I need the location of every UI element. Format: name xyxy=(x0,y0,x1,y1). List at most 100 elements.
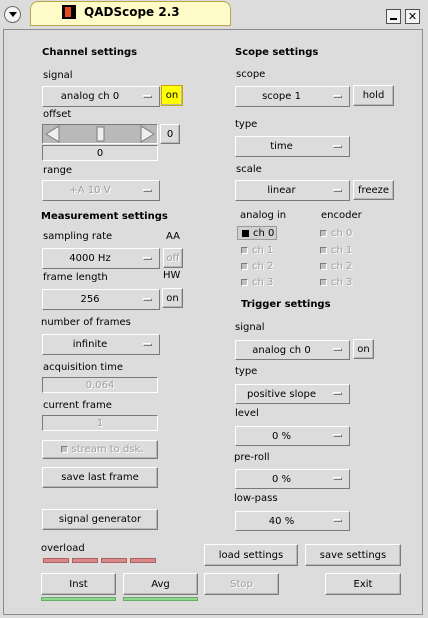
stream-to-disk-label: stream to dsk. xyxy=(71,444,144,455)
trigger-signal-dropdown[interactable]: analog ch 0 xyxy=(235,340,350,360)
app-icon xyxy=(62,5,76,19)
trigger-on-button[interactable]: on xyxy=(353,339,374,359)
checkbox-icon xyxy=(320,262,327,270)
offset-slider[interactable] xyxy=(42,124,158,144)
checkbox-icon xyxy=(241,262,248,270)
analog-ch0-label: ch 0 xyxy=(253,227,275,239)
trigger-type-value: positive slope xyxy=(246,388,316,400)
scope-type-dropdown[interactable]: time xyxy=(235,136,350,157)
lowpass-dropdown[interactable]: 40 % xyxy=(235,511,350,531)
dropdown-indicator-icon xyxy=(143,342,152,346)
encoder-ch1-label: ch 1 xyxy=(331,244,353,256)
overload-led-4 xyxy=(130,558,156,563)
dropdown-indicator-icon xyxy=(143,94,152,98)
overload-label: overload xyxy=(41,543,85,554)
scope-dropdown[interactable]: scope 1 xyxy=(235,86,350,107)
range-dropdown: +A 10 V xyxy=(42,180,160,201)
hw-on-button[interactable]: on xyxy=(162,288,183,308)
frames-value: infinite xyxy=(72,339,108,350)
analog-ch3-checkbox: ch 3 xyxy=(237,275,277,289)
trigger-signal-label: signal xyxy=(235,322,265,333)
close-icon[interactable]: ✕ xyxy=(405,9,420,24)
avg-button[interactable]: Avg xyxy=(123,573,198,595)
dropdown-indicator-icon xyxy=(143,188,152,192)
offset-label: offset xyxy=(43,109,72,120)
scope-label: scope xyxy=(236,69,266,80)
aa-label: AA xyxy=(166,231,180,242)
trigger-type-dropdown[interactable]: positive slope xyxy=(235,384,350,404)
level-value: 0 % xyxy=(271,430,292,442)
checkbox-icon xyxy=(320,278,327,286)
save-settings-button[interactable]: save settings xyxy=(305,544,401,566)
trigger-signal-value: analog ch 0 xyxy=(252,344,311,356)
dropdown-indicator-icon xyxy=(333,519,342,522)
checkbox-icon xyxy=(320,246,327,254)
window-menu-icon[interactable] xyxy=(4,6,21,23)
save-last-frame-button[interactable]: save last frame xyxy=(42,467,158,488)
frames-dropdown[interactable]: infinite xyxy=(42,334,160,355)
dropdown-indicator-icon xyxy=(333,94,342,98)
offset-value-field[interactable]: 0 xyxy=(42,145,158,161)
aa-off-button[interactable]: off xyxy=(163,248,183,268)
checkbox-icon xyxy=(241,246,248,254)
dropdown-indicator-icon xyxy=(143,256,152,260)
analog-ch1-label: ch 1 xyxy=(252,244,274,256)
signal-generator-button[interactable]: signal generator xyxy=(42,509,158,530)
frame-length-label: frame length xyxy=(43,272,108,283)
frame-length-dropdown[interactable]: 256 xyxy=(42,289,160,310)
freeze-button[interactable]: freeze xyxy=(353,180,394,200)
range-label: range xyxy=(43,165,73,176)
encoder-ch2-checkbox: ch 2 xyxy=(316,259,358,273)
signal-dropdown[interactable]: analog ch 0 xyxy=(42,86,160,107)
minimize-icon[interactable] xyxy=(386,9,401,24)
encoder-ch0-label: ch 0 xyxy=(331,227,353,239)
hold-button[interactable]: hold xyxy=(353,85,394,106)
lowpass-value: 40 % xyxy=(268,515,295,527)
signal-value: analog ch 0 xyxy=(60,91,120,102)
sampling-rate-label: sampling rate xyxy=(43,231,113,242)
preroll-dropdown[interactable]: 0 % xyxy=(235,469,350,489)
inst-run-indicator xyxy=(41,597,116,601)
analog-ch0-checkbox[interactable]: ch 0 xyxy=(237,226,277,240)
inst-button[interactable]: Inst xyxy=(41,573,116,595)
analog-ch2-label: ch 2 xyxy=(252,260,274,272)
scale-label: scale xyxy=(236,164,262,175)
range-value: +A 10 V xyxy=(69,185,111,196)
hw-label: HW xyxy=(163,270,181,281)
offset-zero-button[interactable]: 0 xyxy=(160,124,180,144)
exit-button[interactable]: Exit xyxy=(325,573,401,595)
analog-ch1-checkbox: ch 1 xyxy=(237,243,277,257)
stream-to-disk-checkbox: stream to dsk. xyxy=(42,440,158,459)
title-bar: QADScope 2.3 ✕ xyxy=(0,0,428,28)
slider-right-arrow-icon xyxy=(140,125,155,143)
trigger-type-label: type xyxy=(235,366,258,377)
acquisition-time-label: acquisition time xyxy=(43,362,124,373)
slider-left-arrow-icon xyxy=(45,125,60,143)
acquisition-time-field: 0.064 xyxy=(42,377,158,393)
encoder-label: encoder xyxy=(321,210,362,221)
preroll-value: 0 % xyxy=(271,473,292,485)
level-dropdown[interactable]: 0 % xyxy=(235,426,350,446)
level-label: level xyxy=(235,408,259,419)
sampling-rate-dropdown[interactable]: 4000 Hz xyxy=(42,248,160,269)
signal-label: signal xyxy=(43,70,73,81)
current-frame-field: 1 xyxy=(42,415,158,431)
channel-settings-heading: Channel settings xyxy=(42,47,138,58)
dropdown-indicator-icon xyxy=(143,297,152,301)
avg-run-indicator xyxy=(123,597,198,601)
current-frame-label: current frame xyxy=(43,400,112,411)
analog-ch3-label: ch 3 xyxy=(252,276,274,288)
scale-value: linear xyxy=(267,185,296,196)
window-title: QADScope 2.3 xyxy=(84,5,180,19)
scale-dropdown[interactable]: linear xyxy=(235,180,350,201)
checkbox-icon xyxy=(241,278,248,286)
scope-type-label: type xyxy=(235,119,258,130)
encoder-ch3-label: ch 3 xyxy=(331,276,353,288)
channel-on-button[interactable]: on xyxy=(161,85,183,106)
encoder-ch0-checkbox: ch 0 xyxy=(316,226,358,240)
load-settings-button[interactable]: load settings xyxy=(204,544,298,566)
frame-length-value: 256 xyxy=(80,294,100,305)
analog-ch2-checkbox: ch 2 xyxy=(237,259,277,273)
encoder-ch1-checkbox: ch 1 xyxy=(316,243,358,257)
measurement-settings-heading: Measurement settings xyxy=(41,211,168,222)
